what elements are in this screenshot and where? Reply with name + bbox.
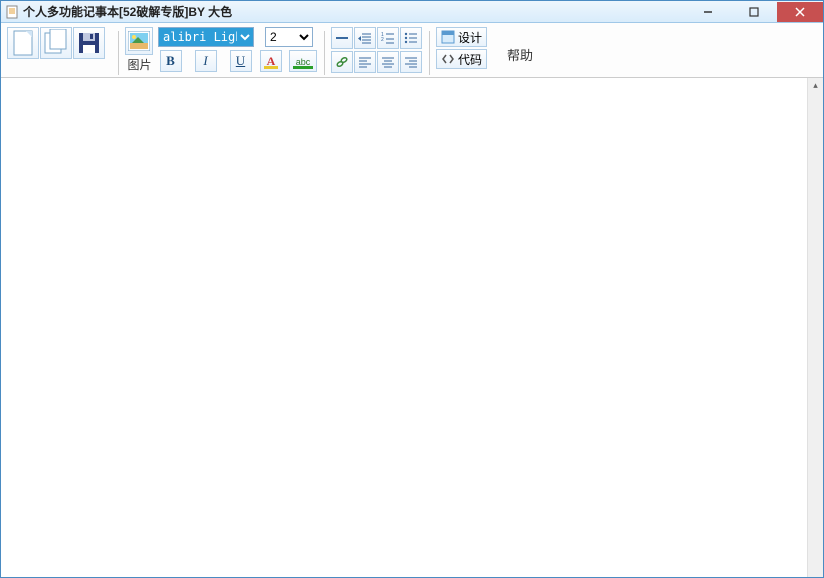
align-right-icon — [404, 55, 418, 69]
ordered-list-icon: 12 — [381, 31, 395, 45]
insert-image-button[interactable] — [125, 27, 153, 55]
app-window: 个人多功能记事本[52破解专版]BY 大色 图片 — [0, 0, 824, 578]
link-icon — [335, 55, 349, 69]
design-view-button[interactable]: 设计 — [436, 27, 487, 47]
divider — [118, 31, 119, 75]
window-title: 个人多功能记事本[52破解专版]BY 大色 — [23, 3, 685, 20]
font-size-color-group: 2 A abc — [260, 27, 318, 72]
align-left-icon — [358, 55, 372, 69]
paragraph-group: 12 — [331, 27, 423, 73]
editor-area: ▴ — [1, 78, 823, 577]
font-color-button[interactable]: A — [260, 50, 282, 72]
code-view-button[interactable]: 代码 — [436, 49, 487, 69]
image-group: 图片 — [125, 27, 154, 73]
app-icon — [5, 5, 19, 19]
image-label: 图片 — [127, 56, 151, 73]
code-label: 代码 — [458, 51, 482, 68]
outdent-button[interactable] — [354, 27, 376, 49]
hr-icon — [335, 31, 349, 45]
image-icon — [128, 31, 150, 51]
highlight-button[interactable]: abc — [289, 50, 317, 72]
align-left-button[interactable] — [354, 51, 376, 73]
open-document-icon — [44, 29, 68, 57]
file-group — [7, 27, 106, 59]
view-group: 设计 代码 — [436, 27, 487, 71]
save-icon — [77, 31, 101, 55]
italic-button[interactable]: I — [195, 50, 217, 72]
font-family-select[interactable]: alibri Light — [158, 27, 254, 47]
underline-button[interactable]: U — [230, 50, 252, 72]
vertical-scrollbar[interactable]: ▴ — [807, 78, 823, 577]
font-format-group: alibri Light B I U — [158, 27, 254, 72]
unordered-list-button[interactable] — [400, 27, 422, 49]
minimize-button[interactable] — [685, 2, 731, 22]
window-controls — [685, 2, 823, 22]
design-icon — [441, 30, 455, 44]
divider — [429, 31, 430, 75]
bold-button[interactable]: B — [160, 50, 182, 72]
new-document-icon — [11, 29, 35, 57]
align-right-button[interactable] — [400, 51, 422, 73]
align-center-button[interactable] — [377, 51, 399, 73]
save-button[interactable] — [73, 27, 105, 59]
svg-text:2: 2 — [381, 37, 384, 43]
title-bar[interactable]: 个人多功能记事本[52破解专版]BY 大色 — [1, 1, 823, 23]
new-document-button[interactable] — [7, 27, 39, 59]
horizontal-rule-button[interactable] — [331, 27, 353, 49]
outdent-icon — [358, 31, 372, 45]
align-center-icon — [381, 55, 395, 69]
maximize-button[interactable] — [731, 2, 777, 22]
open-document-button[interactable] — [40, 27, 72, 59]
code-icon — [441, 52, 455, 66]
text-editor[interactable] — [1, 78, 807, 577]
scroll-up-icon: ▴ — [808, 80, 823, 91]
help-menu[interactable]: 帮助 — [507, 45, 533, 64]
design-label: 设计 — [458, 29, 482, 46]
ordered-list-button[interactable]: 12 — [377, 27, 399, 49]
font-size-select[interactable]: 2 — [265, 27, 313, 47]
unordered-list-icon — [404, 31, 418, 45]
link-button[interactable] — [331, 51, 353, 73]
toolbar: 图片 alibri Light B I U 2 A — [1, 23, 823, 78]
divider — [324, 31, 325, 75]
close-button[interactable] — [777, 2, 823, 22]
